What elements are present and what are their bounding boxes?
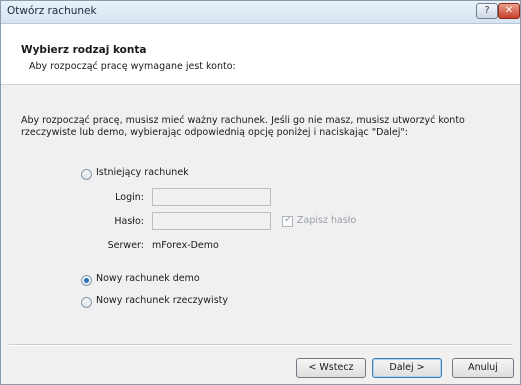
server-value: mForex-Demo: [152, 240, 219, 251]
header-title: Wybierz rodzaj konta: [21, 44, 147, 56]
password-label: Hasło:: [114, 216, 144, 227]
close-icon: ✕: [504, 5, 514, 16]
footer-separator: [9, 344, 512, 346]
back-button[interactable]: < Wstecz: [296, 358, 366, 378]
open-account-dialog: Otwórz rachunek ? ✕ Wybierz rodzaj konta…: [0, 0, 521, 385]
intro-text: Aby rozpocząć pracę, musisz mieć ważny r…: [21, 115, 465, 138]
close-button[interactable]: ✕: [498, 3, 520, 19]
password-input[interactable]: [152, 212, 271, 230]
help-icon: ?: [484, 5, 490, 16]
save-password-label: Zapisz hasło: [297, 215, 357, 226]
radio-real-account-label: Nowy rachunek rzeczywisty: [96, 295, 228, 306]
title-bar: Otwórz rachunek ? ✕: [1, 1, 520, 24]
server-label: Serwer:: [107, 240, 144, 251]
save-password-checkbox[interactable]: [282, 214, 293, 227]
login-input[interactable]: [152, 188, 271, 206]
next-button[interactable]: Dalej >: [372, 358, 442, 378]
header-subtitle: Aby rozpocząć pracę wymagane jest konto:: [29, 61, 236, 72]
window-title: Otwórz rachunek: [7, 5, 97, 17]
radio-demo-account[interactable]: [81, 275, 92, 286]
login-label: Login:: [115, 192, 144, 203]
radio-existing-account-label: Istniejący rachunek: [96, 167, 189, 178]
wizard-header: Wybierz rodzaj konta Aby rozpocząć pracę…: [1, 24, 520, 85]
radio-existing-account[interactable]: [81, 169, 92, 180]
cancel-button[interactable]: Anuluj: [452, 358, 514, 378]
radio-demo-account-label: Nowy rachunek demo: [96, 273, 200, 284]
radio-real-account[interactable]: [81, 297, 92, 308]
help-button[interactable]: ?: [476, 3, 498, 19]
